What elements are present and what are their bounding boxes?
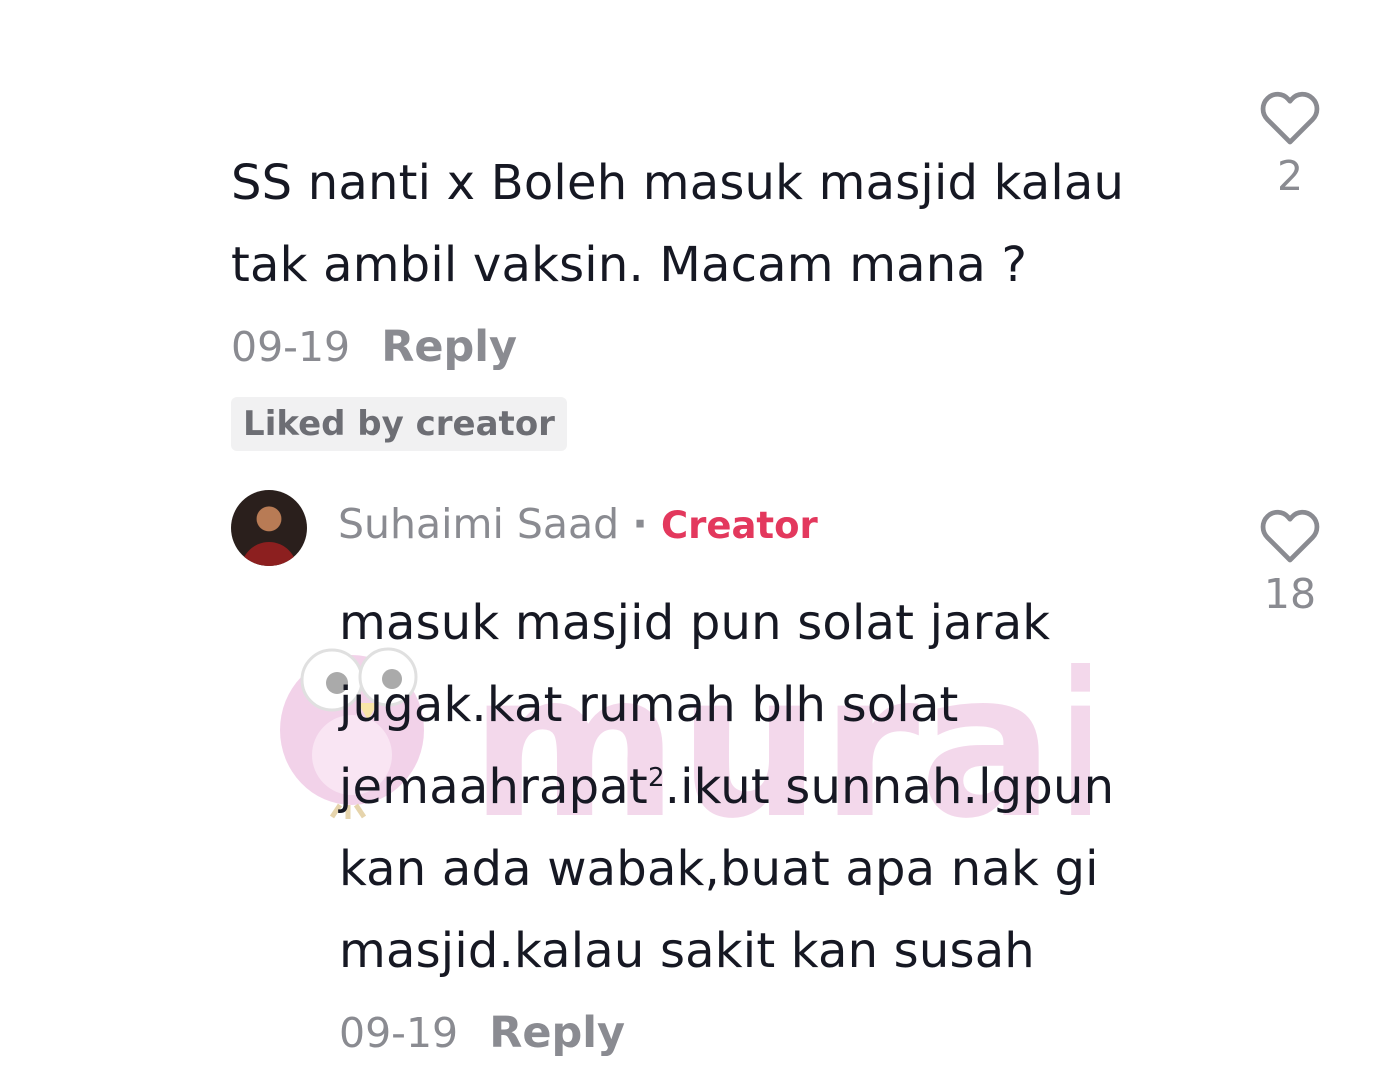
creator-label: Creator <box>660 504 818 547</box>
reply-like-button[interactable]: 18 <box>1252 506 1328 618</box>
reply-like-count: 18 <box>1263 570 1317 618</box>
separator-dot: · <box>632 500 648 548</box>
reply-header: Suhaimi Saad · Creator <box>338 500 818 548</box>
reply-text-line: masuk masjid pun solat jarak <box>339 595 1051 651</box>
reply-meta: 09-19 Reply <box>339 1008 625 1058</box>
comment-reply-button[interactable]: Reply <box>381 322 517 372</box>
comment-meta: 09-19 Reply <box>231 322 517 372</box>
comment-text-line: tak ambil vaksin. Macam mana ? <box>231 237 1028 293</box>
reply-text-line: masjid.kalau sakit kan susah <box>339 923 1035 979</box>
reply-text-line: jemaahrapat2.ikut sunnah.lgpun <box>339 759 1115 815</box>
heart-outline-icon <box>1260 91 1320 145</box>
reply-text: masuk masjid pun solat jarak jugak.kat r… <box>339 582 1114 992</box>
comment-like-count: 2 <box>1276 152 1304 200</box>
liked-by-creator-badge: Liked by creator <box>231 397 567 451</box>
heart-outline-icon <box>1260 509 1320 563</box>
reply-text-line: jugak.kat rumah blh solat <box>339 677 959 733</box>
comment-like-button[interactable]: 2 <box>1252 88 1328 200</box>
avatar[interactable] <box>231 490 307 566</box>
comment-text-line: SS nanti x Boleh masuk masjid kalau <box>231 155 1125 211</box>
reply-reply-button[interactable]: Reply <box>489 1008 625 1058</box>
reply-text-line: kan ada wabak,buat apa nak gi <box>339 841 1099 897</box>
reply-username[interactable]: Suhaimi Saad <box>338 500 619 548</box>
comment-date: 09-19 <box>231 323 351 371</box>
reply-date: 09-19 <box>339 1009 459 1057</box>
comment-text: SS nanti x Boleh masuk masjid kalau tak … <box>231 142 1124 306</box>
